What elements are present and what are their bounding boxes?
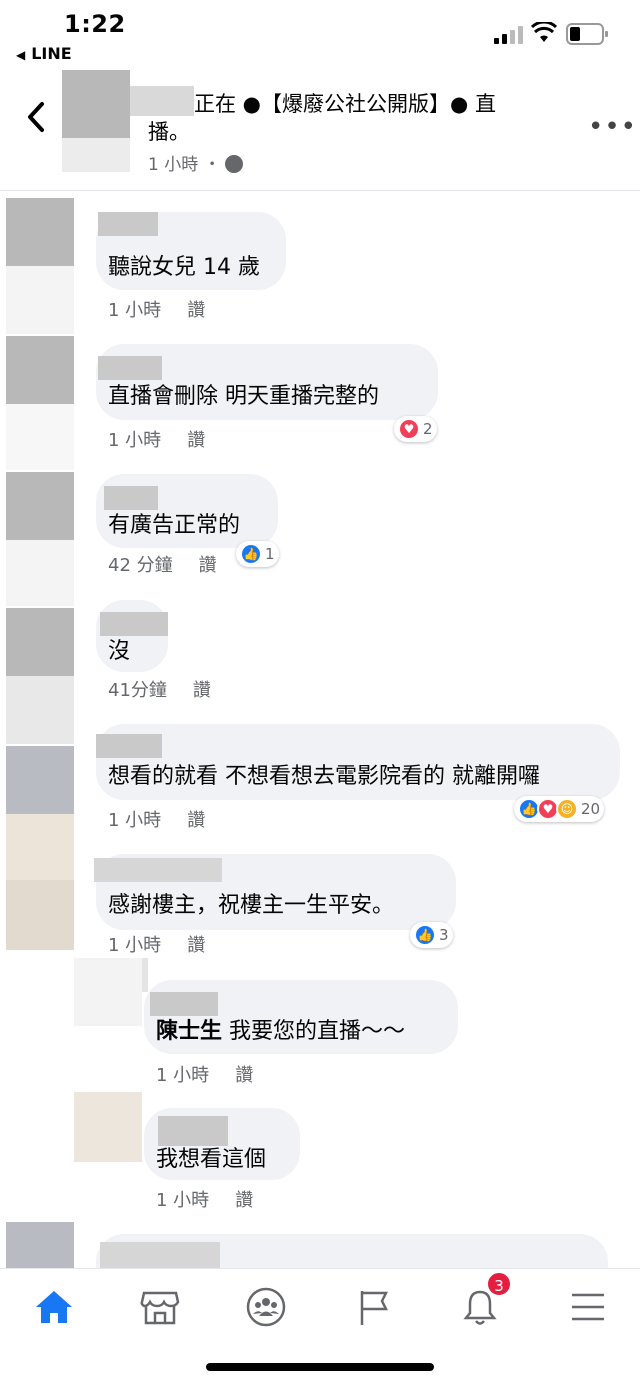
groups-icon	[246, 1287, 286, 1327]
tab-menu[interactable]	[560, 1279, 616, 1335]
comment-bubble[interactable]	[96, 600, 168, 672]
reactions-summary[interactable]: ♥ 2	[394, 416, 437, 442]
like-reaction-icon: 👍	[240, 543, 262, 565]
comment-time: 1 小時	[108, 300, 162, 321]
page-avatar[interactable]	[62, 70, 130, 172]
marketplace-icon	[140, 1291, 180, 1325]
cellular-signal-icon	[494, 26, 524, 44]
like-reaction-icon: 👍	[414, 924, 436, 946]
commenter-name-redacted	[100, 612, 168, 636]
like-button[interactable]: 讚	[193, 680, 211, 701]
comment-text: 想看的就看 不想看想去電影院看的 就離開囉	[108, 764, 540, 789]
comment-time: 1 小時	[108, 935, 162, 956]
comment-meta: 1 小時 讚	[108, 931, 205, 957]
reply-text: 陳士生 我要您的直播～～	[156, 1019, 406, 1044]
like-button[interactable]: 讚	[235, 1065, 253, 1086]
back-triangle-icon: ◀	[16, 48, 26, 62]
commenter-name-redacted	[98, 356, 162, 380]
like-button[interactable]: 讚	[187, 300, 205, 321]
comment-meta: 1 小時 讚	[108, 426, 205, 452]
care-reaction-icon: ☺	[556, 798, 578, 820]
tab-marketplace[interactable]	[132, 1279, 188, 1335]
avatar[interactable]	[74, 1092, 142, 1162]
commenter-name-redacted	[150, 992, 218, 1016]
battery-icon	[566, 23, 608, 45]
tab-pages[interactable]	[346, 1279, 402, 1335]
bottom-tab-bar: 3	[0, 1268, 640, 1384]
comment-time: 1 小時	[108, 430, 162, 451]
like-button[interactable]: 讚	[199, 555, 217, 576]
comment-meta: 1 小時 讚	[108, 296, 205, 322]
globe-icon	[224, 155, 243, 173]
avatar[interactable]	[74, 958, 142, 1026]
wifi-icon	[531, 22, 557, 42]
post-title: 正在 ●【爆廢公社公開版】● 直播。	[148, 92, 496, 144]
tab-home[interactable]	[26, 1279, 82, 1335]
commenter-name-redacted	[94, 858, 222, 882]
comment-text: 沒	[108, 639, 131, 664]
menu-icon	[572, 1293, 604, 1321]
avatar[interactable]	[6, 336, 74, 404]
avatar[interactable]	[6, 746, 74, 814]
like-button[interactable]: 讚	[187, 430, 205, 451]
comment-text: 有廣告正常的	[108, 513, 241, 538]
back-chevron-icon[interactable]	[24, 100, 50, 134]
reactions-summary[interactable]: 👍 1	[236, 541, 279, 567]
post-meta: 1 小時 ・	[148, 150, 243, 175]
status-bar: 1:22 ◀ LINE	[0, 0, 640, 66]
avatar[interactable]	[6, 472, 74, 540]
comment-meta: 1 小時 讚	[108, 806, 205, 832]
status-time: 1:22	[64, 10, 126, 38]
reply-meta: 1 小時 讚	[156, 1061, 253, 1087]
comment-text: 感謝樓主，祝樓主一生平安。	[108, 893, 395, 918]
avatar[interactable]	[6, 880, 74, 950]
mention-tag[interactable]: 陳士生	[156, 1019, 222, 1044]
home-indicator[interactable]	[206, 1363, 434, 1371]
flag-icon	[360, 1291, 389, 1325]
comment-text: 聽說女兒 14 歲	[108, 255, 260, 280]
reactions-summary[interactable]: 👍 3	[410, 922, 453, 948]
comment-meta: 42 分鐘 讚	[108, 551, 217, 577]
like-button[interactable]: 讚	[187, 935, 205, 956]
commenter-name-redacted	[98, 212, 158, 236]
comment-text: 直播會刪除 明天重播完整的	[108, 384, 379, 409]
tab-groups[interactable]	[238, 1279, 294, 1335]
more-options-icon[interactable]: •••	[588, 112, 637, 142]
back-to-app-link[interactable]: ◀ LINE	[16, 44, 72, 63]
comment-time: 41分鐘	[108, 680, 167, 701]
reply-time: 1 小時	[156, 1065, 210, 1086]
avatar[interactable]	[6, 198, 74, 266]
commenter-name-redacted	[104, 486, 158, 510]
comment-meta: 41分鐘 讚	[108, 676, 211, 702]
avatar[interactable]	[6, 1222, 74, 1272]
back-app-label: LINE	[31, 44, 72, 63]
home-icon	[36, 1291, 72, 1323]
reply-text: 我想看這個	[156, 1147, 267, 1172]
love-reaction-icon: ♥	[398, 418, 420, 440]
notifications-badge: 3	[486, 1271, 512, 1297]
reactions-summary[interactable]: 👍 ♥ ☺ 20	[514, 796, 605, 822]
comment-time: 42 分鐘	[108, 555, 173, 576]
post-time: 1 小時 ・	[148, 155, 221, 175]
avatar[interactable]	[6, 608, 74, 676]
comment-time: 1 小時	[108, 810, 162, 831]
reply-time: 1 小時	[156, 1190, 210, 1211]
reply-meta: 1 小時 讚	[156, 1186, 253, 1212]
like-button[interactable]: 讚	[187, 810, 205, 831]
like-button[interactable]: 讚	[235, 1190, 253, 1211]
commenter-name-redacted	[158, 1116, 228, 1146]
post-header: 正在 ●【爆廢公社公開版】● 直播。 1 小時 ・ •••	[0, 66, 640, 191]
commenter-name-redacted	[96, 734, 162, 758]
